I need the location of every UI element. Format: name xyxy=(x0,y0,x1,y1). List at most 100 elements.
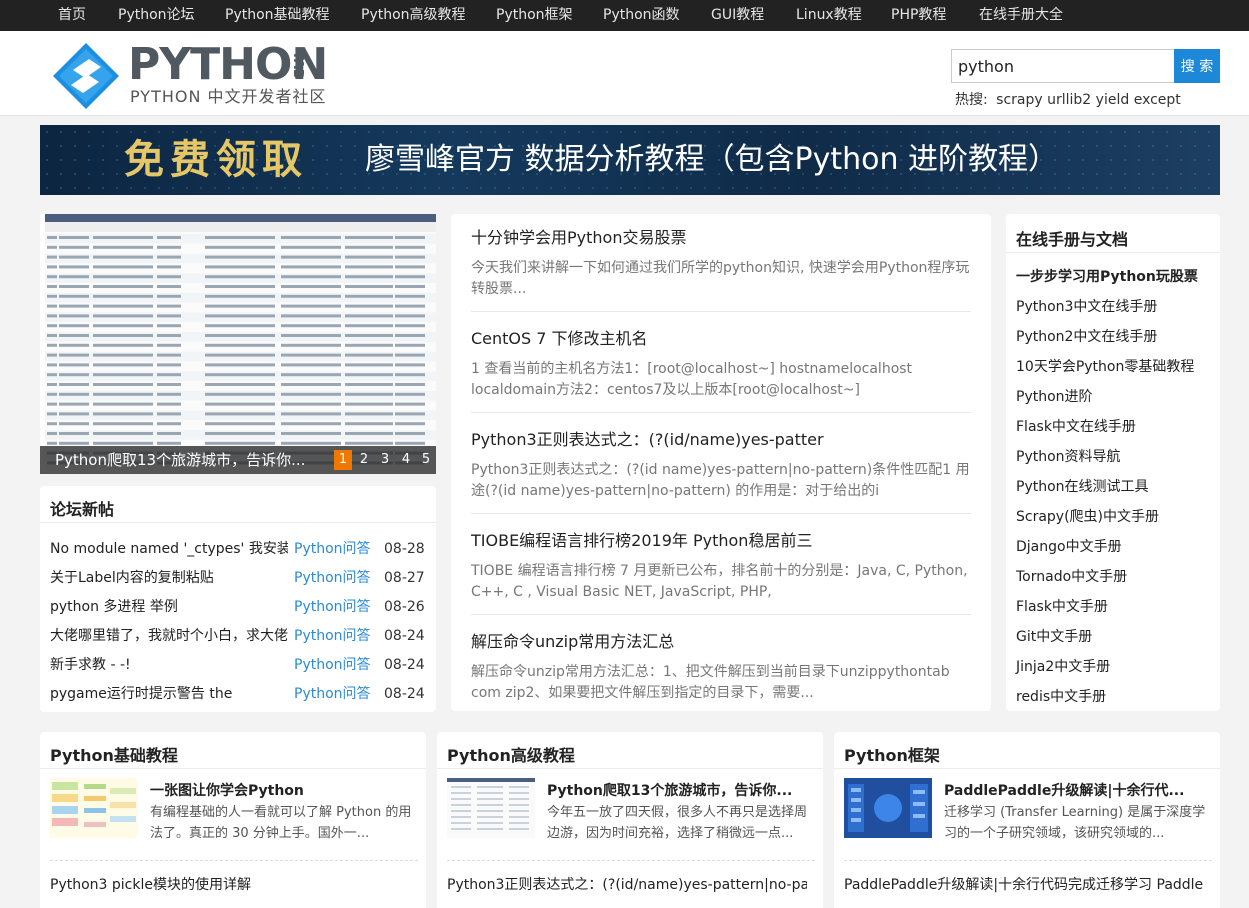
logo-tab-text: TAB xyxy=(290,51,305,79)
post-title[interactable]: 大佬哪里错了，我就时个小白，求大佬 xyxy=(50,626,288,646)
sheet-cell xyxy=(93,412,153,416)
hot-link[interactable]: urllib2 xyxy=(1047,92,1091,108)
nav-basic-tutorial[interactable]: Python基础教程 xyxy=(225,0,330,31)
mindmap-thumbnail[interactable] xyxy=(50,778,138,838)
doc-link[interactable]: Jinja2中文手册 xyxy=(1016,657,1110,677)
article-title[interactable]: 十分钟学会用Python交易股票 xyxy=(471,227,971,249)
article-item[interactable]: 十分钟学会用Python交易股票 今天我们来讲解一下如何通过我们所学的pytho… xyxy=(471,227,971,300)
article-item[interactable]: Python3正则表达式之：(?(id/name)yes-patter Pyth… xyxy=(471,429,971,502)
slide-page-5[interactable]: 5 xyxy=(417,450,435,470)
doc-link[interactable]: Python2中文在线手册 xyxy=(1016,327,1157,347)
sheet-cell xyxy=(157,275,181,279)
featured-title[interactable]: PaddlePaddle升级解读|十余行代... xyxy=(944,780,1204,800)
nav-forum[interactable]: Python论坛 xyxy=(118,0,195,31)
sheet-cell xyxy=(47,314,57,318)
sheet-cell xyxy=(395,255,425,259)
sheet-cell xyxy=(281,373,341,377)
featured-title[interactable]: 一张图让你学会Python xyxy=(150,780,410,800)
slide-page-2[interactable]: 2 xyxy=(355,450,373,470)
sheet-cell xyxy=(345,343,393,347)
doc-link[interactable]: Python在线测试工具 xyxy=(1016,477,1149,497)
doc-link[interactable]: Django中文手册 xyxy=(1016,537,1122,557)
article-title[interactable]: 解压命令unzip常用方法汇总 xyxy=(471,631,971,653)
doc-link[interactable]: Python资料导航 xyxy=(1016,447,1121,467)
doc-link[interactable]: 一步步学习用Python玩股票 xyxy=(1016,267,1198,287)
doc-link[interactable]: Git中文手册 xyxy=(1016,627,1092,647)
spreadsheet-thumbnail[interactable] xyxy=(447,778,535,838)
sheet-cell xyxy=(157,363,181,367)
column-link[interactable]: PaddlePaddle升级解读|十余行代码完成迁移学习 PaddleHub xyxy=(844,874,1204,894)
sheet-cell xyxy=(281,383,341,386)
post-category[interactable]: Python问答 xyxy=(294,684,371,704)
promo-banner[interactable]: 免费领取 廖雪峰官方 数据分析教程（包含Python 进阶教程） xyxy=(40,125,1220,195)
doc-link[interactable]: Flask中文在线手册 xyxy=(1016,417,1136,437)
doc-link[interactable]: 10天学会Python零基础教程 xyxy=(1016,357,1194,377)
sheet-cell xyxy=(205,441,275,445)
post-date: 08-26 xyxy=(384,599,425,615)
article-title[interactable]: Python3正则表达式之：(?(id/name)yes-patter xyxy=(471,429,971,451)
doc-link[interactable]: Tornado中文手册 xyxy=(1016,567,1127,587)
nav-home[interactable]: 首页 xyxy=(58,0,86,31)
post-title[interactable]: No module named '_ctypes' 我安装 xyxy=(50,539,288,559)
article-item[interactable]: CentOS 7 下修改主机名 1 查看当前的主机名方法1：[root@loca… xyxy=(471,328,971,401)
paddle-diagram-thumbnail[interactable] xyxy=(844,778,932,838)
sheet-cell xyxy=(395,392,425,396)
search-button[interactable]: 搜 索 xyxy=(1174,49,1220,83)
slide-page-1[interactable]: 1 xyxy=(334,450,352,470)
sheet-cell xyxy=(281,343,341,347)
nav-functions[interactable]: Python函数 xyxy=(603,0,680,31)
sheet-cell xyxy=(157,353,181,357)
hot-link[interactable]: yield xyxy=(1096,92,1130,108)
nav-php-tutorial[interactable]: PHP教程 xyxy=(891,0,946,31)
post-title[interactable]: pygame运行时提示警告 the xyxy=(50,684,288,704)
hot-link[interactable]: scrapy xyxy=(996,92,1043,108)
search-input[interactable] xyxy=(951,49,1175,83)
article-item[interactable]: TIOBE编程语言排行榜2019年 Python稳居前三 TIOBE 编程语言排… xyxy=(471,530,971,603)
post-title[interactable]: 关于Label内容的复制粘贴 xyxy=(50,568,288,588)
post-category[interactable]: Python问答 xyxy=(294,655,371,675)
sheet-cell xyxy=(205,285,275,288)
doc-link[interactable]: Python进阶 xyxy=(1016,387,1093,407)
doc-link[interactable]: redis中文手册 xyxy=(1016,687,1106,707)
column-link[interactable]: Python3正则表达式之：(?(id/name)yes-pattern|no-… xyxy=(447,874,807,894)
article-item[interactable]: 解压命令unzip常用方法汇总 解压命令unzip常用方法汇总：1、把文件解压到… xyxy=(471,631,971,704)
slide-page-4[interactable]: 4 xyxy=(397,450,415,470)
sheet-cell xyxy=(47,255,57,259)
doc-link[interactable]: Python3中文在线手册 xyxy=(1016,297,1157,317)
sheet-cell xyxy=(395,432,425,435)
hot-link[interactable]: except xyxy=(1134,92,1181,108)
sheet-cell xyxy=(93,245,153,249)
post-category[interactable]: Python问答 xyxy=(294,626,371,646)
article-title[interactable]: TIOBE编程语言排行榜2019年 Python稳居前三 xyxy=(471,530,971,552)
frameworks-column: Python框架 PaddlePaddle升级解读|十余行代... 迁移学习 (… xyxy=(834,732,1220,908)
article-title[interactable]: CentOS 7 下修改主机名 xyxy=(471,328,971,350)
doc-link[interactable]: Scrapy(爬虫)中文手册 xyxy=(1016,507,1159,527)
divider xyxy=(471,513,971,514)
nav-advanced-tutorial[interactable]: Python高级教程 xyxy=(361,0,466,31)
sheet-cell xyxy=(157,285,181,288)
sheet-cell xyxy=(281,285,341,288)
nav-linux-tutorial[interactable]: Linux教程 xyxy=(796,0,862,31)
nav-frameworks[interactable]: Python框架 xyxy=(496,0,573,31)
sheet-cell xyxy=(47,363,57,367)
slide-page-3[interactable]: 3 xyxy=(376,450,394,470)
post-category[interactable]: Python问答 xyxy=(294,568,371,588)
sheet-cell xyxy=(59,285,89,288)
slider-caption[interactable]: Python爬取13个旅游城市，告诉你... xyxy=(55,446,305,474)
column-link[interactable]: Python3 pickle模块的使用详解 xyxy=(50,874,410,894)
image-slider[interactable] xyxy=(40,214,436,474)
slide-image xyxy=(45,214,436,474)
post-category[interactable]: Python问答 xyxy=(294,597,371,617)
sheet-cell xyxy=(47,412,57,416)
sheet-cell xyxy=(157,383,181,386)
post-title[interactable]: 新手求教 - -! xyxy=(50,655,288,675)
doc-link[interactable]: Flask中文手册 xyxy=(1016,597,1108,617)
sheet-cell xyxy=(395,334,425,337)
python-logo-icon[interactable] xyxy=(51,41,121,111)
post-title[interactable]: python 多进程 举例 xyxy=(50,597,288,617)
post-category[interactable]: Python问答 xyxy=(294,539,371,559)
nav-gui-tutorial[interactable]: GUI教程 xyxy=(711,0,764,31)
card-title: Python框架 xyxy=(844,746,940,765)
nav-online-manuals[interactable]: 在线手册大全 xyxy=(979,0,1063,31)
featured-title[interactable]: Python爬取13个旅游城市，告诉你... xyxy=(547,780,807,800)
